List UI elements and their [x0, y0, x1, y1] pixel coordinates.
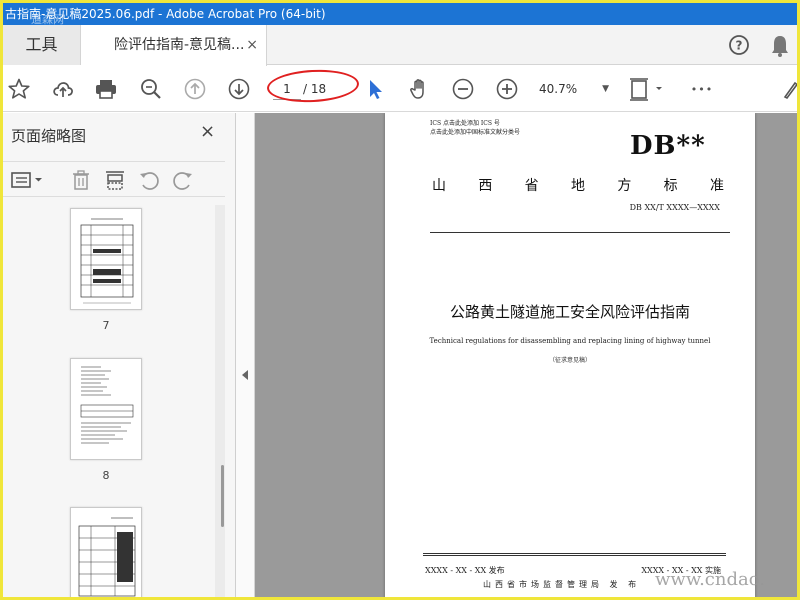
app-window: 古指南-意见稿2025.06.pdf - Adobe Acrobat Pro (…: [0, 0, 800, 600]
zoom-level-dropdown[interactable]: 40.7% ▼: [539, 78, 609, 100]
heading-char: 地: [570, 178, 585, 194]
rotate-right-icon[interactable]: [171, 168, 195, 192]
pdf-page: ICS 点击此处添加 ICS 号 点击此处添加中国标准文献分类号 DB** 山 …: [385, 113, 755, 597]
rotate-left-icon[interactable]: [137, 168, 161, 192]
thumbnail-label-7: 7: [102, 319, 110, 332]
divider-double: [423, 553, 726, 556]
tab-document-label: 险评估指南-意见稿...: [114, 37, 245, 53]
page-thumbnail-8[interactable]: [70, 358, 142, 460]
close-panel-icon[interactable]: ×: [200, 121, 215, 142]
draft-note: （征求意见稿）: [548, 357, 591, 364]
ics-line-1: ICS 点击此处添加 ICS 号: [430, 120, 500, 127]
document-subtitle: Technical regulations for disassembling …: [429, 337, 711, 345]
heading-char: 标: [663, 178, 678, 194]
collapse-arrow-icon: [242, 370, 248, 380]
panel-title: 页面缩略图: [11, 127, 87, 145]
page-number-highlight: [266, 67, 360, 105]
panel-collapse-strip[interactable]: [236, 113, 255, 597]
cloud-upload-icon[interactable]: [51, 77, 75, 101]
delete-page-icon[interactable]: [69, 168, 93, 192]
zoom-search-icon[interactable]: [139, 77, 163, 101]
document-view[interactable]: ICS 点击此处添加 ICS 号 点击此处添加中国标准文献分类号 DB** 山 …: [255, 113, 797, 597]
heading-char: 准: [709, 178, 724, 194]
heading-char: 西: [478, 178, 493, 194]
watermark-bottom: www.cndao.: [655, 569, 765, 590]
sign-pen-icon[interactable]: [781, 77, 797, 101]
ics-block: ICS 点击此处添加 ICS 号 点击此处添加中国标准文献分类号: [430, 119, 520, 137]
star-icon[interactable]: [7, 77, 31, 101]
insert-page-icon[interactable]: [103, 168, 127, 192]
chevron-down-icon: ▼: [602, 84, 609, 94]
close-tab-icon[interactable]: ×: [246, 25, 258, 65]
thumbnail-scroll-handle[interactable]: [221, 465, 224, 527]
main-toolbar: 1 / 18 40.7% ▼ •••: [3, 66, 797, 112]
page-fit-icon[interactable]: [629, 77, 665, 101]
heading-char: 山: [432, 178, 446, 194]
select-cursor-icon[interactable]: [363, 77, 387, 101]
thumbnails-panel: 页面缩略图 × 7 8: [3, 113, 236, 597]
zoom-in-icon[interactable]: [495, 77, 519, 101]
heading-char: 方: [617, 178, 632, 194]
watermark-top: 道森网: [31, 13, 64, 26]
tab-bar: 工具 险评估指南-意见稿... × ?: [3, 25, 797, 66]
thumbnail-options-icon[interactable]: [9, 168, 45, 192]
print-icon[interactable]: [94, 77, 118, 101]
document-title: 公路黄土隧道施工安全风险评估指南: [449, 303, 690, 321]
db-code: DB**: [630, 131, 706, 161]
ics-line-2: 点击此处添加中国标准文献分类号: [430, 129, 521, 136]
thumbnail-scrollbar[interactable]: [215, 205, 225, 597]
issuing-authority: 山西省市场监督管理局 发 布: [483, 580, 641, 589]
window-title-bar: 古指南-意见稿2025.06.pdf - Adobe Acrobat Pro (…: [3, 3, 797, 25]
zoom-out-icon[interactable]: [451, 77, 475, 101]
help-icon[interactable]: ?: [727, 25, 751, 65]
tab-tools[interactable]: 工具: [3, 25, 81, 65]
issue-date: XXXX - XX - XX 发布: [425, 566, 505, 575]
page-thumbnail-9[interactable]: [70, 507, 142, 597]
divider: [430, 232, 730, 233]
svg-text:?: ?: [736, 39, 743, 53]
bell-icon[interactable]: [769, 25, 791, 65]
thumbnail-toolbar: [3, 161, 225, 197]
thumbnail-label-8: 8: [102, 469, 110, 482]
next-page-icon[interactable]: [227, 77, 251, 101]
standard-heading: 山 西 省 地 方 标 准: [432, 175, 724, 195]
previous-page-icon[interactable]: [183, 77, 207, 101]
zoom-level-value: 40.7%: [539, 82, 578, 96]
hand-tool-icon[interactable]: [407, 77, 431, 101]
standard-number: DB XX/T XXXX—XXXX: [629, 203, 720, 212]
more-tools-icon[interactable]: •••: [689, 77, 715, 101]
heading-char: 省: [524, 178, 539, 194]
tab-document[interactable]: 险评估指南-意见稿... ×: [81, 25, 267, 66]
page-thumbnail-7[interactable]: [70, 208, 142, 310]
